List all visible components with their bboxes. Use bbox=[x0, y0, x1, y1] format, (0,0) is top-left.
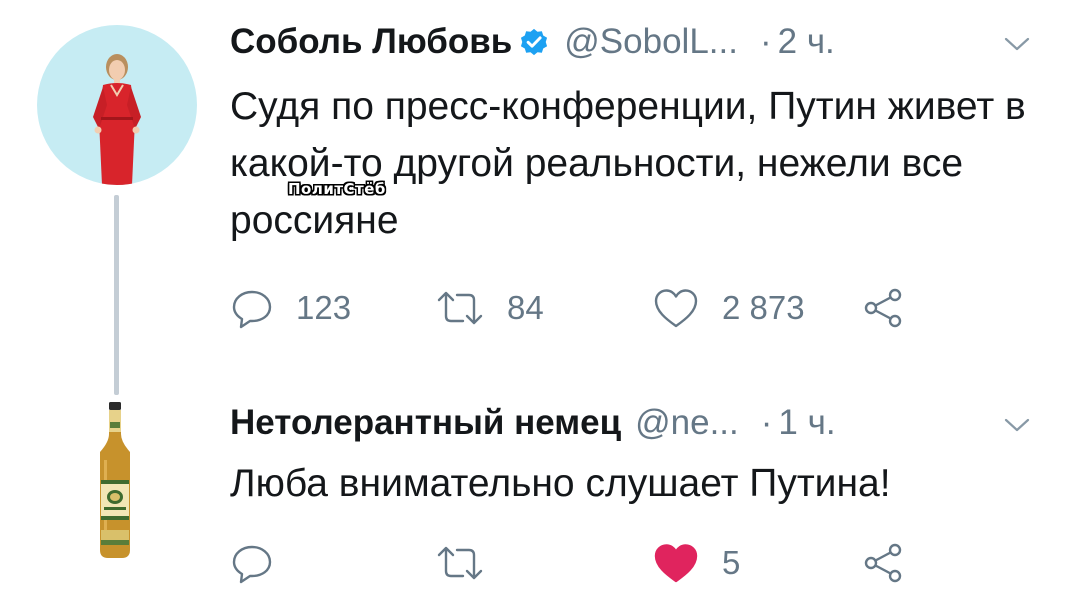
retweet-arrows-icon bbox=[437, 546, 483, 580]
tweet-actions: 5 bbox=[230, 533, 1050, 593]
tweet-header: Соболь Любовь @SobolL... · 2 ч. bbox=[230, 22, 835, 62]
separator-dot: · bbox=[760, 403, 773, 442]
retweet-button[interactable]: 84 bbox=[435, 278, 544, 338]
like-button[interactable]: 5 bbox=[652, 533, 740, 593]
tweet[interactable]: Нетолерантный немец @ne... · 1 ч. Люба в… bbox=[0, 385, 1080, 592]
reply-count: 123 bbox=[296, 289, 352, 326]
separator-dot: · bbox=[759, 22, 772, 61]
reply-button[interactable]: 123 bbox=[230, 278, 351, 338]
speech-bubble-icon bbox=[232, 545, 272, 584]
heart-icon bbox=[654, 544, 698, 583]
share-button[interactable] bbox=[862, 278, 906, 338]
tweet-actions: 123 84 2 873 bbox=[230, 278, 1050, 338]
tweet-text: Люба внимательно слушает Путина! bbox=[230, 462, 891, 505]
author-name[interactable]: Нетолерантный немец bbox=[230, 403, 621, 443]
author-avatar[interactable] bbox=[37, 25, 197, 185]
tweet-timestamp[interactable]: 1 ч. bbox=[778, 403, 835, 443]
tweet[interactable]: Соболь Любовь @SobolL... · 2 ч. Судя по … bbox=[0, 0, 1080, 395]
like-count: 2 873 bbox=[722, 289, 805, 326]
chevron-down-icon[interactable] bbox=[1002, 34, 1032, 54]
tweet-header: Нетолерантный немец @ne... · 1 ч. bbox=[230, 403, 836, 443]
speech-bubble-icon bbox=[232, 290, 272, 329]
share-nodes-icon bbox=[864, 288, 902, 328]
like-button[interactable]: 2 873 bbox=[652, 278, 805, 338]
share-nodes-icon bbox=[864, 543, 902, 583]
reply-button[interactable] bbox=[230, 533, 296, 593]
retweet-count: 84 bbox=[507, 289, 544, 326]
thread-connector-line bbox=[114, 195, 119, 395]
chevron-down-icon[interactable] bbox=[1002, 415, 1032, 435]
tweet-text: Судя по пресс-конференции, Путин живет в… bbox=[230, 85, 1026, 242]
retweet-button[interactable] bbox=[435, 533, 507, 593]
like-count: 5 bbox=[722, 544, 741, 581]
beer-bottle-avatar[interactable] bbox=[90, 400, 140, 560]
retweet-arrows-icon bbox=[437, 291, 483, 325]
woman-red-dress-avatar-image bbox=[93, 54, 141, 185]
author-handle[interactable]: @ne... bbox=[635, 403, 739, 443]
heart-icon bbox=[654, 289, 698, 328]
verified-badge-icon bbox=[521, 28, 548, 56]
author-name[interactable]: Соболь Любовь bbox=[230, 22, 512, 62]
author-handle[interactable]: @SobolL... bbox=[564, 22, 738, 62]
watermark-text: ПолитСтёб bbox=[288, 180, 386, 198]
share-button[interactable] bbox=[862, 533, 906, 593]
tweet-timestamp[interactable]: 2 ч. bbox=[778, 22, 835, 62]
